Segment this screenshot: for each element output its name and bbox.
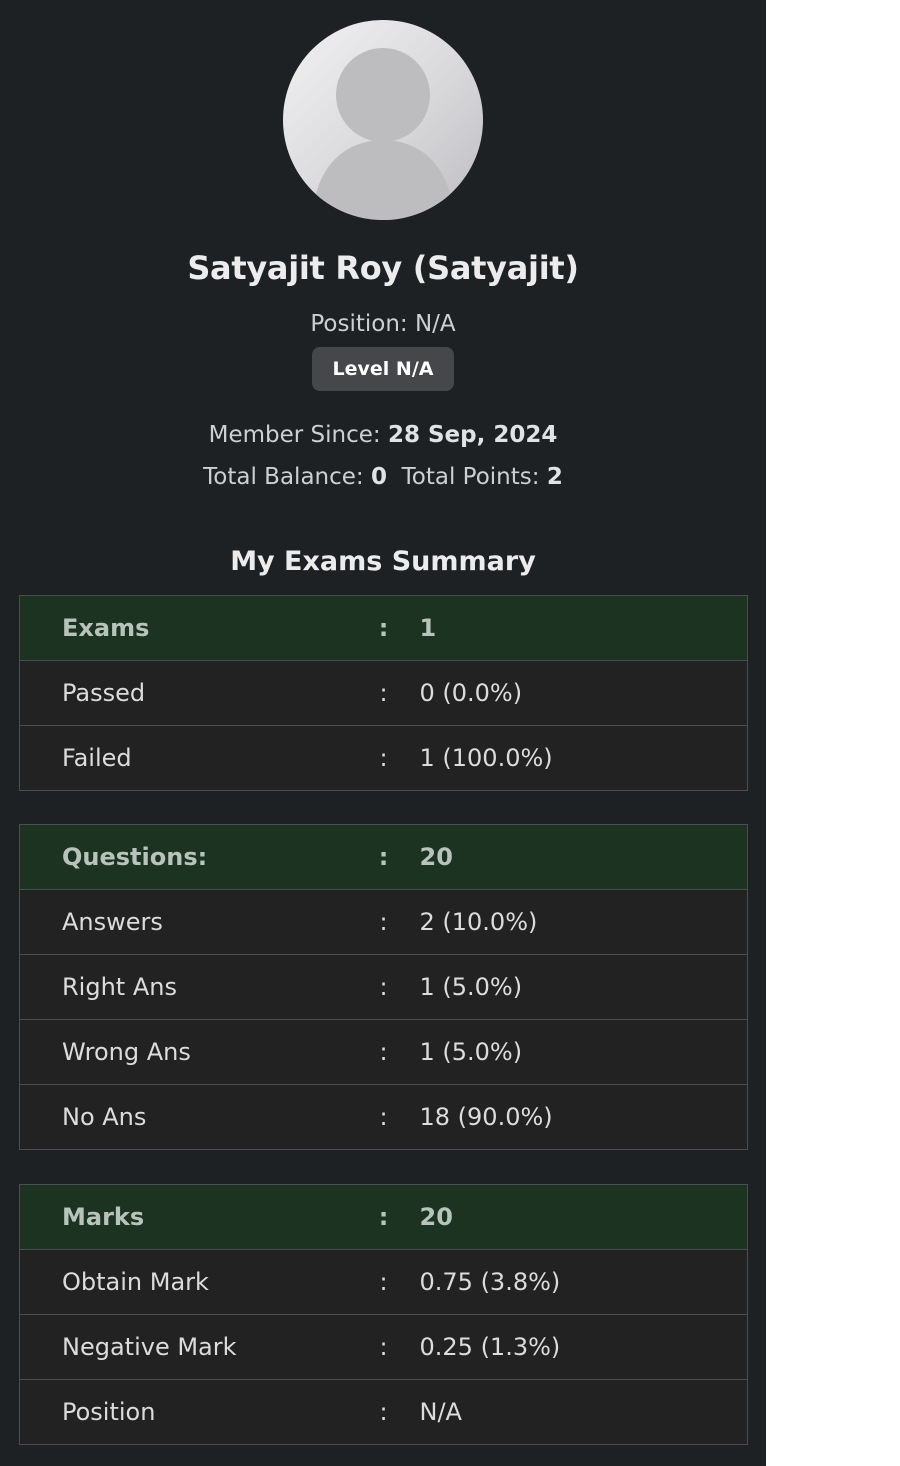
- user-name: Satyajit Roy (Satyajit): [187, 249, 579, 287]
- separator: :: [361, 1019, 406, 1085]
- total-balance-value: 0: [370, 464, 387, 490]
- table-row: No Ans : 18 (90.0%): [19, 1084, 748, 1150]
- separator: :: [361, 660, 406, 726]
- table-row: Obtain Mark : 0.75 (3.8%): [19, 1249, 748, 1315]
- row-label: Obtain Mark: [19, 1249, 362, 1315]
- separator: :: [361, 595, 406, 661]
- member-since-value: 28 Sep, 2024: [387, 422, 558, 448]
- row-label: Failed: [19, 725, 362, 791]
- separator: :: [361, 1184, 406, 1250]
- table-row: Wrong Ans : 1 (5.0%): [19, 1019, 748, 1085]
- exams-summary-table: Exams : 1 Passed : 0 (0.0%) Failed : 1 (…: [19, 595, 748, 791]
- marks-label: Marks: [19, 1184, 362, 1250]
- row-label: Right Ans: [19, 954, 362, 1020]
- exams-summary-title: My Exams Summary: [230, 546, 536, 577]
- level-badge: Level N/A: [312, 347, 454, 391]
- separator: :: [361, 1249, 406, 1315]
- row-label: Wrong Ans: [19, 1019, 362, 1085]
- marks-summary-table: Marks : 20 Obtain Mark : 0.75 (3.8%) Neg…: [19, 1184, 748, 1445]
- table-row: Negative Mark : 0.25 (1.3%): [19, 1314, 748, 1380]
- separator: :: [361, 1084, 406, 1150]
- marks-value: 20: [405, 1184, 748, 1250]
- table-row: Failed : 1 (100.0%): [19, 725, 748, 791]
- separator: :: [361, 1379, 406, 1445]
- row-value: 1 (5.0%): [405, 954, 748, 1020]
- row-value: N/A: [405, 1379, 748, 1445]
- table-row: Position : N/A: [19, 1379, 748, 1445]
- user-position: Position: N/A: [310, 311, 456, 337]
- table-row: Answers : 2 (10.0%): [19, 889, 748, 955]
- row-label: Negative Mark: [19, 1314, 362, 1380]
- separator: :: [361, 725, 406, 791]
- row-label: Answers: [19, 889, 362, 955]
- total-points-value: 2: [546, 464, 563, 490]
- separator: :: [361, 1314, 406, 1380]
- table-row: Right Ans : 1 (5.0%): [19, 954, 748, 1020]
- row-value: 0 (0.0%): [405, 660, 748, 726]
- row-value: 0.25 (1.3%): [405, 1314, 748, 1380]
- row-value: 2 (10.0%): [405, 889, 748, 955]
- table-header-row: Questions: : 20: [19, 824, 748, 890]
- user-avatar-icon: [283, 20, 483, 220]
- row-label: No Ans: [19, 1084, 362, 1150]
- questions-summary-table: Questions: : 20 Answers : 2 (10.0%) Righ…: [19, 824, 748, 1150]
- row-value: 0.75 (3.8%): [405, 1249, 748, 1315]
- row-label: Passed: [19, 660, 362, 726]
- separator: :: [361, 889, 406, 955]
- table-row: Passed : 0 (0.0%): [19, 660, 748, 726]
- table-header-row: Marks : 20: [19, 1184, 748, 1250]
- member-since-label: Member Since:: [208, 422, 381, 448]
- row-label: Position: [19, 1379, 362, 1445]
- profile-panel: Satyajit Roy (Satyajit) Position: N/A Le…: [0, 0, 766, 1466]
- total-balance-label: Total Balance:: [203, 464, 364, 490]
- row-value: 1 (100.0%): [405, 725, 748, 791]
- questions-label: Questions:: [19, 824, 362, 890]
- member-since-line: Member Since: 28 Sep, 2024: [0, 422, 766, 448]
- balance-points-line: Total Balance: 0 Total Points: 2: [0, 464, 766, 490]
- exams-value: 1: [405, 595, 748, 661]
- separator: :: [361, 954, 406, 1020]
- separator: :: [361, 824, 406, 890]
- total-points-label: Total Points:: [401, 464, 540, 490]
- row-value: 1 (5.0%): [405, 1019, 748, 1085]
- questions-value: 20: [405, 824, 748, 890]
- row-value: 18 (90.0%): [405, 1084, 748, 1150]
- exams-label: Exams: [19, 595, 362, 661]
- table-header-row: Exams : 1: [19, 595, 748, 661]
